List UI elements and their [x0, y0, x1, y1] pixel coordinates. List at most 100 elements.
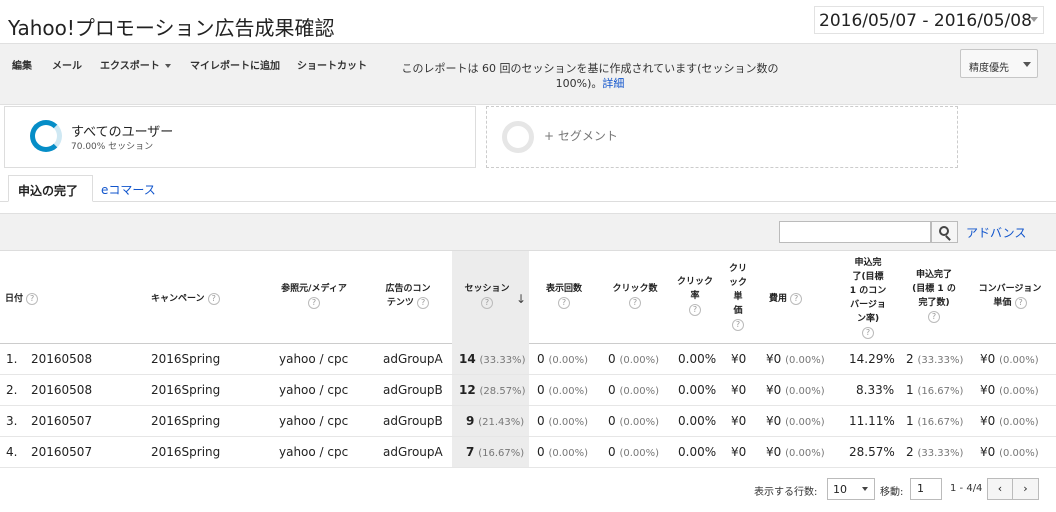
- col-impressions[interactable]: 表示回数?: [536, 282, 592, 310]
- cell-clicks: 0: [608, 352, 616, 366]
- col-campaign[interactable]: キャンペーン ?: [151, 292, 220, 306]
- chevron-down-icon[interactable]: [1030, 17, 1038, 22]
- rows-per-page-label: 表示する行数:: [754, 487, 818, 498]
- col-goal-rate[interactable]: 申込完 了(目標 1 のコン バージョ ン率)?: [840, 256, 896, 340]
- col-goal-rate-label-1: 申込完: [854, 258, 882, 268]
- cell-cost: ¥0: [766, 352, 782, 366]
- col-conversion-value[interactable]: コンバージョン 単価 ?: [972, 282, 1048, 310]
- help-icon[interactable]: ?: [558, 296, 570, 309]
- sort-desc-icon[interactable]: ↓: [516, 292, 526, 306]
- col-clicks-label: クリック数: [612, 284, 658, 294]
- col-cost[interactable]: 費用 ?: [769, 292, 803, 306]
- help-icon[interactable]: ?: [862, 326, 874, 339]
- help-icon[interactable]: ?: [689, 303, 701, 316]
- help-icon[interactable]: ?: [308, 296, 320, 309]
- cell-impressions-pct: (0.00%): [548, 448, 589, 459]
- cell-source[interactable]: yahoo / cpc: [279, 352, 348, 366]
- row-index: 1.: [6, 352, 18, 366]
- advanced-filter-link[interactable]: アドバンス: [966, 224, 1026, 241]
- cell-goal-completions: 1: [906, 383, 914, 397]
- cell-ctr: 0.00%: [678, 445, 717, 459]
- table-row: 4. 20160507 2016Spring yahoo / cpc adGro…: [0, 437, 1056, 468]
- search-icon: [939, 226, 949, 236]
- cell-campaign[interactable]: 2016Spring: [151, 445, 220, 459]
- cell-source[interactable]: yahoo / cpc: [279, 383, 348, 397]
- prev-page-button[interactable]: ‹: [987, 478, 1013, 500]
- edit-button[interactable]: 編集: [12, 57, 32, 72]
- help-icon[interactable]: ?: [417, 296, 430, 309]
- help-icon[interactable]: ?: [790, 292, 803, 305]
- cell-goal-rate: 11.11%: [849, 414, 895, 428]
- help-icon[interactable]: ?: [481, 296, 493, 309]
- cell-goal-rate: 14.29%: [849, 352, 895, 366]
- row-index: 4.: [6, 445, 18, 459]
- col-ctr[interactable]: クリック率?: [674, 275, 716, 317]
- help-icon[interactable]: ?: [629, 296, 641, 309]
- col-clicks[interactable]: クリック数?: [604, 282, 666, 310]
- col-sessions[interactable]: セッション?: [459, 282, 515, 310]
- help-icon[interactable]: ?: [732, 318, 744, 331]
- tab-ecommerce[interactable]: eコマース: [101, 181, 156, 198]
- cell-cost-pct: (0.00%): [785, 355, 825, 366]
- add-segment-button[interactable]: + セグメント: [544, 127, 618, 144]
- shortcut-button[interactable]: ショートカット: [297, 57, 367, 72]
- cell-goal-completions: 2: [906, 352, 914, 366]
- help-icon[interactable]: ?: [26, 292, 39, 305]
- cell-campaign[interactable]: 2016Spring: [151, 383, 220, 397]
- col-ad-content[interactable]: 広告のコン テンツ ?: [380, 282, 436, 310]
- cell-source[interactable]: yahoo / cpc: [279, 445, 348, 459]
- cell-sessions: 12: [459, 383, 476, 397]
- col-cpc-label-2: ック: [728, 278, 747, 288]
- cell-ctr: 0.00%: [678, 383, 717, 397]
- cell-impressions: 0: [537, 383, 545, 397]
- help-icon[interactable]: ?: [1014, 296, 1027, 309]
- cell-ad-content[interactable]: adGroupB: [383, 414, 443, 428]
- add-to-dashboard-button[interactable]: マイレポートに追加: [190, 57, 280, 72]
- cell-ctr: 0.00%: [678, 414, 717, 428]
- next-page-button[interactable]: ›: [1013, 478, 1039, 500]
- col-source[interactable]: 参照元/メディア?: [278, 282, 350, 310]
- goto-page-input[interactable]: 1: [910, 478, 942, 500]
- cell-ad-content[interactable]: adGroupA: [383, 352, 443, 366]
- goto-label: 移動:: [880, 487, 904, 498]
- col-cpc-label-1: クリ: [728, 264, 747, 274]
- col-ctr-label-1: クリック: [676, 277, 713, 287]
- segment-donut-icon: [30, 120, 62, 152]
- cell-impressions: 0: [537, 445, 545, 459]
- cell-conversion-value-pct: (0.00%): [999, 386, 1039, 397]
- cell-source[interactable]: yahoo / cpc: [279, 414, 348, 428]
- col-goal-rate-label-3: 1 のコン: [849, 286, 887, 296]
- cell-clicks-pct: (0.00%): [619, 355, 660, 366]
- cell-goal-rate: 8.33%: [856, 383, 895, 397]
- col-cpc[interactable]: クリ ック単価?: [726, 262, 750, 332]
- col-date-label: 日付: [5, 294, 24, 304]
- date-range-picker[interactable]: 2016/05/07 - 2016/05/08: [814, 6, 1044, 34]
- export-button[interactable]: エクスポート: [100, 57, 171, 72]
- col-goal-rate-label-4: バージョ: [850, 300, 886, 310]
- email-button[interactable]: メール: [52, 57, 82, 72]
- help-icon[interactable]: ?: [207, 292, 220, 305]
- table-row: 2. 20160508 2016Spring yahoo / cpc adGro…: [0, 375, 1056, 406]
- cell-ad-content[interactable]: adGroupA: [383, 445, 443, 459]
- col-cpc-label-4: 価: [733, 306, 743, 316]
- row-index: 2.: [6, 383, 18, 397]
- cell-ctr: 0.00%: [678, 352, 717, 366]
- cell-campaign[interactable]: 2016Spring: [151, 414, 220, 428]
- help-icon[interactable]: ?: [928, 310, 940, 323]
- cell-clicks-pct: (0.00%): [619, 448, 660, 459]
- cell-cpc: ¥0: [731, 352, 747, 366]
- cell-goal-completions-pct: (33.33%): [917, 448, 964, 459]
- table-search-input[interactable]: [779, 221, 931, 243]
- col-goal-completions[interactable]: 申込完了 (目標 1 の完了数)?: [904, 268, 964, 324]
- cell-cpc: ¥0: [731, 445, 747, 459]
- empty-donut-icon: [502, 121, 534, 153]
- details-link[interactable]: 詳細: [602, 77, 624, 90]
- cell-impressions-pct: (0.00%): [548, 417, 589, 428]
- cell-impressions-pct: (0.00%): [548, 355, 589, 366]
- cell-cost: ¥0: [766, 383, 782, 397]
- tab-goal-completion[interactable]: 申込の完了: [8, 175, 93, 202]
- col-date[interactable]: 日付 ?: [5, 292, 39, 306]
- cell-clicks-pct: (0.00%): [619, 417, 660, 428]
- cell-campaign[interactable]: 2016Spring: [151, 352, 220, 366]
- cell-ad-content[interactable]: adGroupB: [383, 383, 443, 397]
